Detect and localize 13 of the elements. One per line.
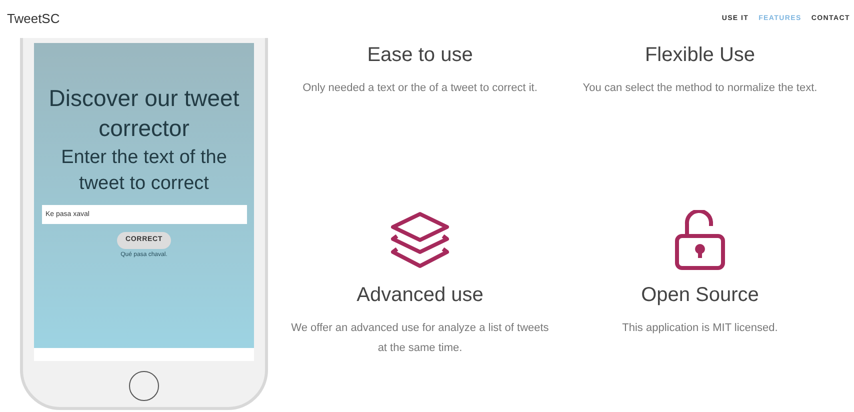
feature-description: Only needed a text or the of a tweet to correct it.	[302, 81, 538, 96]
home-button-icon[interactable]	[129, 371, 159, 401]
feature-title: Open Source	[641, 283, 759, 308]
feature-description: You can select the method to normalize the text.	[582, 81, 818, 96]
feature-title: Advanced use	[356, 283, 484, 308]
unlocked-padlock-icon	[674, 210, 726, 272]
brand-logo[interactable]: TweetSC	[7, 9, 60, 29]
feature-title: Ease to use	[367, 43, 473, 68]
phone-subheading: Enter the text of the tweet to correct	[60, 146, 228, 196]
phone-heading: Discover our tweet corrector	[48, 84, 240, 143]
feature-description: We offer an advanced use for analyze a list of tweets at the same time.	[290, 321, 550, 356]
feature-description: This application is MIT licensed.	[621, 321, 779, 336]
feature-title: Flexible Use	[644, 43, 756, 68]
